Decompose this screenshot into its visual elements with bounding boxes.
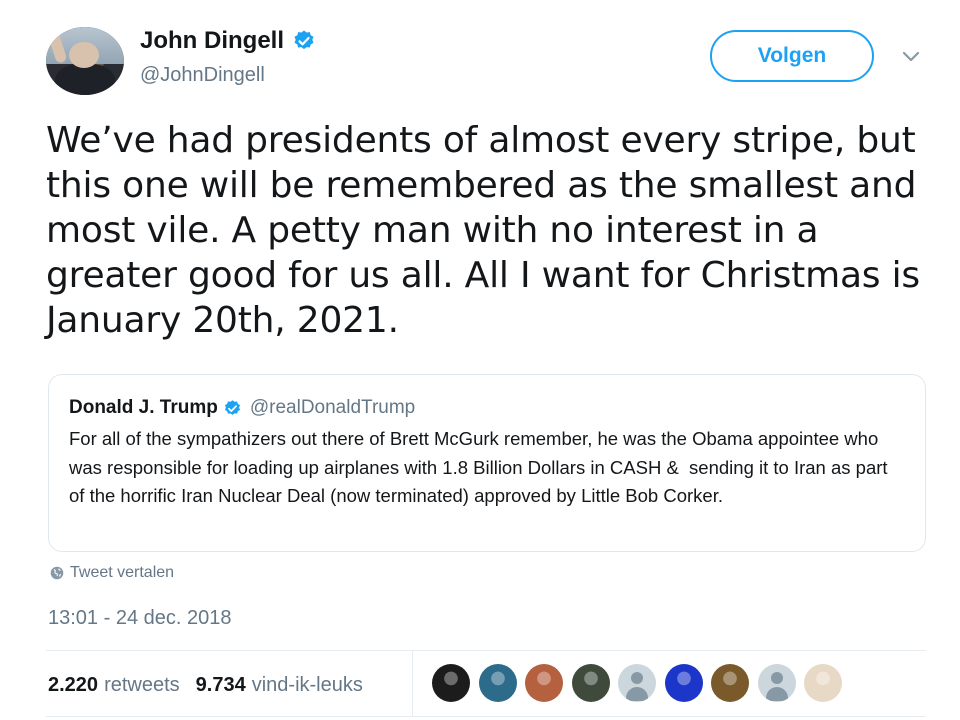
liker-avatar[interactable]	[804, 664, 842, 702]
author-name-row[interactable]: John Dingell	[140, 27, 316, 55]
likes-label: vind-ik-leuks	[251, 674, 363, 696]
verified-badge-icon	[224, 399, 240, 415]
liker-avatar[interactable]	[664, 664, 703, 702]
author-name[interactable]: John Dingell	[140, 27, 284, 55]
tweet-card: John Dingell @JohnDingell Volgen We’ve h…	[0, 0, 960, 720]
author-avatar[interactable]	[46, 27, 124, 95]
author-handle[interactable]: @JohnDingell	[140, 64, 265, 87]
retweets-count: 2.220	[48, 674, 99, 696]
quoted-tweet[interactable]: Donald J. Trump @realDonaldTrump For all…	[48, 374, 926, 552]
liker-avatar[interactable]	[571, 664, 610, 702]
divider	[46, 650, 926, 651]
divider	[46, 716, 926, 717]
quoted-author-handle: @realDonaldTrump	[249, 397, 416, 418]
likes-count: 9.734	[195, 674, 246, 696]
retweets-label: retweets	[104, 674, 180, 696]
default-avatar-icon[interactable]	[757, 664, 796, 702]
chevron-down-icon[interactable]	[900, 48, 922, 64]
divider	[412, 651, 413, 716]
translate-tweet-link[interactable]: Tweet vertalen	[50, 564, 174, 582]
follow-button[interactable]: Volgen	[710, 30, 874, 82]
likes-stat[interactable]: 9.734 vind-ik-leuks	[196, 674, 363, 697]
tweet-timestamp[interactable]: 13:01 - 24 dec. 2018	[48, 607, 231, 630]
translate-label[interactable]: Tweet vertalen	[70, 564, 174, 582]
verified-badge-icon	[294, 30, 314, 50]
quoted-author-name: Donald J. Trump	[69, 397, 218, 418]
liker-avatar[interactable]	[432, 664, 470, 702]
liker-avatar[interactable]	[711, 664, 749, 702]
liker-avatars	[432, 664, 851, 702]
tweet-text: We’ve had presidents of almost every str…	[46, 120, 920, 341]
liker-avatar[interactable]	[478, 664, 517, 702]
quoted-tweet-header: Donald J. Trump @realDonaldTrump	[69, 395, 905, 421]
tweet-stats: 2.220 retweets 9.734 vind-ik-leuks	[48, 674, 379, 697]
retweets-stat[interactable]: 2.220 retweets	[48, 674, 180, 697]
liker-avatar[interactable]	[525, 664, 563, 702]
quoted-tweet-text: For all of the sympathizers out there of…	[69, 428, 893, 506]
globe-icon	[50, 566, 64, 580]
default-avatar-icon[interactable]	[618, 664, 656, 702]
